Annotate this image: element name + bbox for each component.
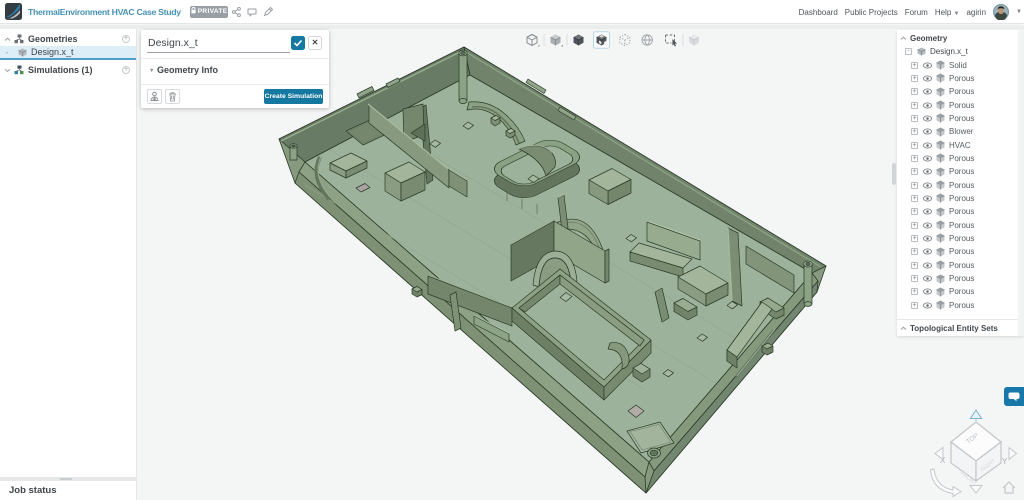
svg-text:Y: Y — [1002, 457, 1008, 466]
